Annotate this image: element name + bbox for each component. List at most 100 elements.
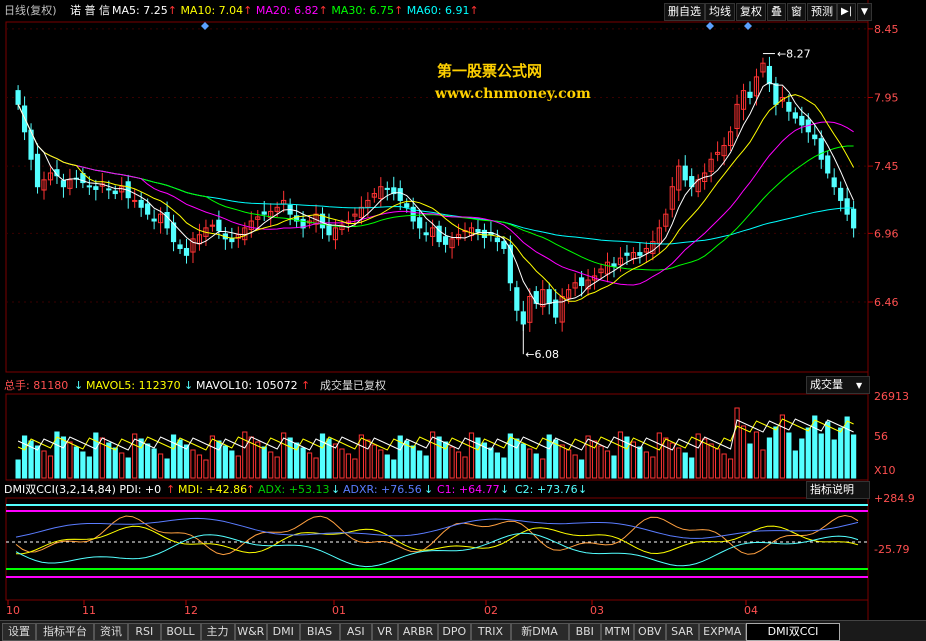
tab-6[interactable]: W&R <box>234 623 267 641</box>
ma30-line <box>17 104 854 271</box>
volume-bar <box>566 449 572 479</box>
candle <box>611 263 617 267</box>
tab-3[interactable]: RSI <box>128 623 161 641</box>
remove-watchlist-button[interactable]: 删自选 <box>664 3 705 21</box>
month-label: 04 <box>744 604 758 617</box>
candle <box>384 187 390 190</box>
volume-bar <box>306 452 313 479</box>
indicator-help-button[interactable]: 指标说明 <box>806 481 870 499</box>
volume-bar <box>501 457 507 479</box>
up-arrow-icon: ↑ <box>301 379 311 392</box>
candle <box>818 138 824 160</box>
candle <box>481 229 488 238</box>
volume-bar <box>533 453 539 479</box>
down-arrow-icon: ↓ <box>578 483 588 496</box>
forecast-button[interactable]: 预测 <box>807 3 837 21</box>
event-diamond-icon <box>706 22 714 30</box>
tab-11[interactable]: ARBR <box>398 623 438 641</box>
dropdown-icon[interactable]: ▼ <box>857 3 872 21</box>
volume-bar <box>831 439 837 479</box>
volume-bar <box>112 447 118 479</box>
tab-16[interactable]: MTM <box>601 623 634 641</box>
volume-bar <box>73 446 80 479</box>
tab-2[interactable]: 资讯 <box>94 623 128 641</box>
candle <box>773 83 779 105</box>
tab-18[interactable]: SAR <box>666 623 699 641</box>
tab-14[interactable]: 新DMA <box>510 623 569 641</box>
volume-bar <box>80 451 86 479</box>
tab-15[interactable]: BBI <box>568 623 601 641</box>
volume-bar <box>805 427 811 479</box>
tab-20[interactable]: DMI双CCI <box>746 623 840 641</box>
volume-bar <box>727 458 734 479</box>
indicator-title[interactable]: DMI双CCI(3,2,14,84) PDI: +0 <box>4 482 161 498</box>
volume-bar <box>462 456 468 479</box>
volume-bar <box>229 450 235 479</box>
price-axis-label: 7.45 <box>874 160 899 173</box>
volume-bar <box>190 449 196 479</box>
ma-legend-item: MA20: 6.82 <box>255 4 319 17</box>
window-button[interactable]: 窗 <box>787 3 806 21</box>
adjust-button[interactable]: 复权 <box>736 3 766 21</box>
mavol5-label: MAVOL5: 112370 <box>86 379 181 392</box>
volume-bar <box>106 442 112 479</box>
down-arrow-icon: ↓ <box>331 483 341 496</box>
candle <box>261 211 267 215</box>
candle <box>747 91 753 98</box>
candle <box>145 203 151 215</box>
indicator-tabbar: 设置 指标平台 资讯 RSI BOLL 主力 W&R DMI BIAS ASI VR ARBR DPO T… <box>0 620 926 641</box>
volume-bar <box>183 444 190 479</box>
candle <box>831 177 837 188</box>
month-label: 02 <box>484 604 498 617</box>
watermark-title: 第一股票公式网 <box>437 62 543 80</box>
candle <box>851 208 857 229</box>
candle <box>520 311 526 325</box>
volume-bar <box>578 459 585 479</box>
tab-12[interactable]: DPO <box>438 623 471 641</box>
tab-10[interactable]: VR <box>372 623 398 641</box>
ma-button[interactable]: 均线 <box>705 3 735 21</box>
play-end-icon[interactable]: ▶| <box>837 3 857 21</box>
tab-7[interactable]: DMI <box>267 623 300 641</box>
volume-bar <box>268 451 274 479</box>
volume-bar <box>410 445 416 479</box>
volume-bar <box>449 446 455 479</box>
price-axis-label: 6.96 <box>874 227 899 240</box>
volume-bar <box>851 434 857 479</box>
ma-legend-item: MA10: 7.04 <box>180 4 244 17</box>
chevron-down-icon[interactable]: ▼ <box>856 378 862 394</box>
overlay-button[interactable]: 叠 <box>767 3 786 21</box>
volume-bar <box>786 432 792 479</box>
month-label: 12 <box>184 604 198 617</box>
volume-bar <box>527 448 533 479</box>
tab-0[interactable]: 设置 <box>2 623 36 641</box>
tab-4[interactable]: BOLL <box>160 623 201 641</box>
volume-bar <box>553 439 559 479</box>
candle <box>93 186 99 190</box>
volume-bar <box>319 433 326 479</box>
volume-note: 成交量已复权 <box>320 379 386 392</box>
volume-bar <box>682 452 688 479</box>
volume-bar <box>352 458 358 479</box>
tab-5[interactable]: 主力 <box>200 623 235 641</box>
tab-9[interactable]: ASI <box>339 623 372 641</box>
volume-bar <box>844 416 850 479</box>
volume-bar <box>818 433 824 479</box>
tab-17[interactable]: OBV <box>633 623 666 641</box>
up-arrow-icon: ↑ <box>167 4 181 17</box>
tab-1[interactable]: 指标平台 <box>36 623 94 641</box>
volume-bar <box>86 456 92 479</box>
volume-bar <box>41 450 47 479</box>
volume-bar <box>689 457 695 479</box>
tab-13[interactable]: TRIX <box>470 623 511 641</box>
volume-bar <box>255 441 261 479</box>
volume-bar <box>339 448 345 479</box>
period-label[interactable]: 日线(复权) <box>4 3 57 19</box>
candle <box>183 247 190 256</box>
up-arrow-icon: ↑ <box>166 483 176 496</box>
tab-8[interactable]: BIAS <box>299 623 340 641</box>
volume-bar <box>715 448 721 479</box>
price-axis-label: 8.45 <box>874 23 899 36</box>
month-label: 10 <box>6 604 20 617</box>
tab-19[interactable]: EXPMA <box>698 623 746 641</box>
